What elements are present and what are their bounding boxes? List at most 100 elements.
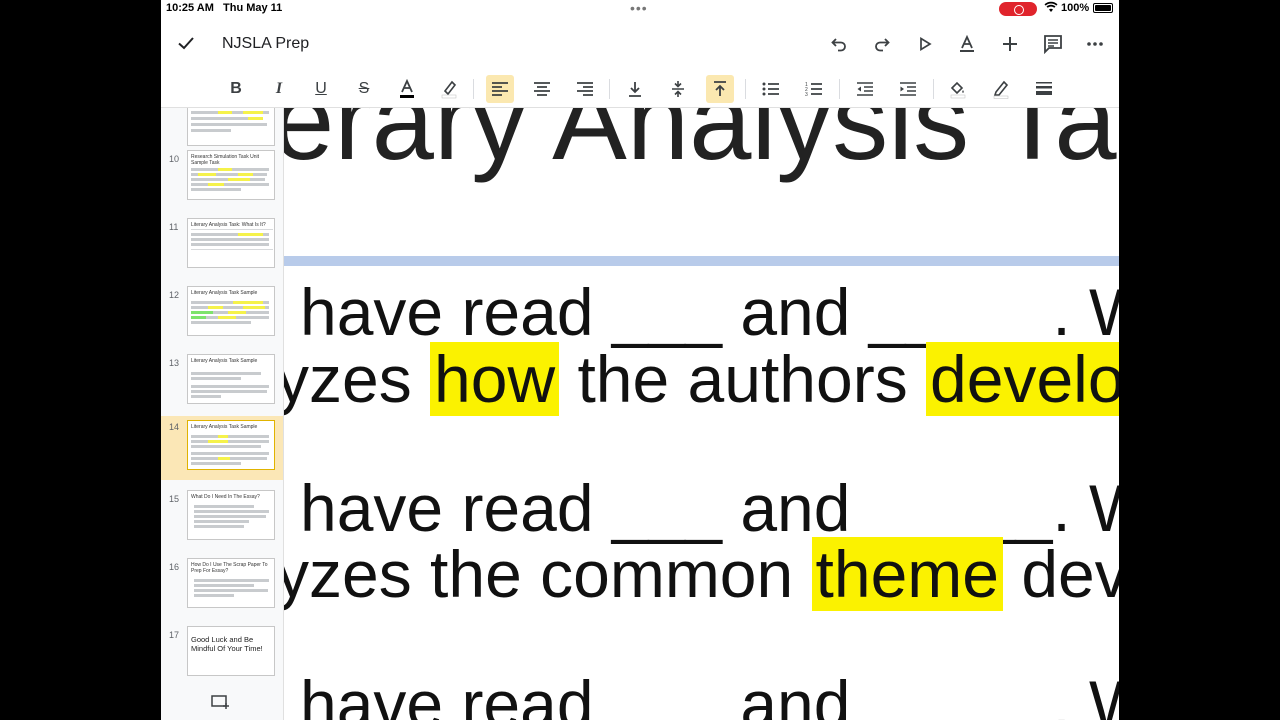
underline-label: U (315, 80, 327, 97)
slide-thumbnail-17[interactable]: 17 Good Luck and Be Mindful Of Your Time… (161, 624, 283, 688)
pencil-icon (993, 80, 1009, 99)
slide-number: 13 (169, 358, 180, 368)
italic-button[interactable]: I (265, 75, 293, 103)
text-run: yzes the common (284, 537, 812, 611)
slide-preview (187, 108, 275, 146)
app-bar: NJSLA Prep (161, 22, 1119, 66)
slide-filmstrip[interactable]: 10 Research Simulation Task Unit Sample … (161, 108, 284, 720)
align-right-icon (577, 82, 593, 96)
decrease-indent-icon (857, 82, 873, 96)
multitasking-dots-icon[interactable]: ••• (630, 0, 648, 16)
slide-preview: Good Luck and Be Mindful Of Your Time! (187, 626, 275, 676)
increase-indent-button[interactable] (894, 75, 922, 103)
strikethrough-button[interactable]: S (350, 75, 378, 103)
slide-canvas[interactable]: erary Analysis Task have read ___ and __… (284, 108, 1119, 720)
undo-icon[interactable] (827, 32, 851, 56)
slide-number: 15 (169, 494, 180, 504)
highlighted-word: develo (926, 342, 1119, 416)
status-bar: 10:25 AM Thu May 11 ••• 100% (161, 0, 1119, 18)
slide-thumbnail-13[interactable]: 13 Literary Analysis Task Sample (161, 352, 283, 416)
valign-bottom-button[interactable] (621, 75, 649, 103)
highlight-color-button[interactable] (435, 75, 463, 103)
underline-button[interactable]: U (307, 75, 335, 103)
slide-preview: What Do I Need In The Essay? (187, 490, 275, 540)
slide-thumbnail-11[interactable]: 11 Literary Analysis Task: What Is It? (161, 216, 283, 280)
valign-bottom-icon (629, 82, 641, 97)
slide-title: Literary Analysis Task Sample (191, 424, 258, 430)
wifi-icon (1044, 1, 1058, 16)
slide-thumbnail-16[interactable]: 16 How Do I Use The Scrap Paper To Prep … (161, 556, 283, 620)
slide-number: 16 (169, 562, 180, 572)
align-center-button[interactable] (528, 75, 556, 103)
slide-number: 14 (169, 422, 180, 432)
slide-title: How Do I Use The Scrap Paper To Prep For… (191, 562, 268, 574)
highlighted-word: theme (811, 537, 1003, 611)
slide-thumbnail-14[interactable]: 14 Literary Analysis Task Sample (161, 416, 283, 480)
align-right-button[interactable] (571, 75, 599, 103)
slide-number: 11 (169, 222, 179, 232)
slide-thumbnail-12[interactable]: 12 Literary Analysis Task Sample (161, 284, 283, 348)
bold-button[interactable]: B (222, 75, 250, 103)
paragraph-1-line-2[interactable]: yzes how the authors develo (284, 341, 1119, 417)
redo-icon[interactable] (870, 32, 894, 56)
present-icon[interactable] (913, 32, 937, 56)
status-date: Thu May 11 (223, 2, 283, 14)
highlighter-icon (441, 80, 457, 99)
slide-title: Literary Analysis Task Sample (191, 358, 258, 364)
text-color-icon (400, 79, 414, 98)
decrease-indent-button[interactable] (851, 75, 879, 103)
slide-title: Literary Analysis Task Sample (191, 290, 258, 296)
text-color-button[interactable] (393, 75, 421, 103)
svg-text:3: 3 (805, 92, 808, 97)
screen-recording-icon[interactable] (999, 2, 1037, 16)
valign-top-button[interactable] (706, 75, 734, 103)
slide-preview: How Do I Use The Scrap Paper To Prep For… (187, 558, 275, 608)
slide-title: Literary Analysis Task: What Is It? (191, 222, 266, 228)
bulleted-list-icon (762, 82, 779, 96)
paragraph-2-line-2[interactable]: yzes the common theme dev (284, 536, 1119, 612)
align-left-icon (492, 82, 508, 96)
align-left-button[interactable] (486, 75, 514, 103)
strikethrough-label: S (358, 80, 370, 97)
add-slide-icon[interactable] (211, 694, 231, 710)
slide-number: 10 (169, 154, 180, 164)
highlighted-word: how (430, 342, 560, 416)
battery-percentage: 100% (1061, 2, 1090, 14)
valign-middle-button[interactable] (664, 75, 692, 103)
text-run: yzes (284, 342, 431, 416)
slide-preview: Research Simulation Task Unit Sample Tas… (187, 150, 275, 200)
add-icon[interactable] (998, 32, 1022, 56)
more-options-icon[interactable] (1083, 32, 1107, 56)
valign-top-icon (714, 81, 726, 96)
text-format-icon[interactable] (955, 32, 979, 56)
slide-thumbnail-15[interactable]: 15 What Do I Need In The Essay? (161, 488, 283, 552)
status-time: 10:25 AM (166, 2, 214, 14)
valign-middle-icon (672, 81, 684, 97)
paragraph-1-line-1[interactable]: have read ___ and _____. W (300, 274, 1119, 350)
slide-preview: Literary Analysis Task Sample (187, 354, 275, 404)
document-title[interactable]: NJSLA Prep (222, 35, 309, 53)
bold-label: B (230, 80, 242, 97)
slide-title: Good Luck and Be Mindful Of Your Time! (191, 635, 263, 653)
paragraph-2-line-1[interactable]: have read ___ and _____. W (300, 470, 1119, 546)
format-toolbar: B I U S 1 2 3 (161, 70, 1119, 108)
paragraph-3-line-1[interactable]: have read ___ and _____. W (300, 666, 1119, 720)
comment-icon[interactable] (1041, 32, 1065, 56)
slide-preview: Literary Analysis Task Sample (187, 286, 275, 336)
border-weight-icon (1036, 82, 1052, 95)
border-color-button[interactable] (987, 75, 1015, 103)
slide-title: What Do I Need In The Essay? (191, 494, 260, 500)
increase-indent-icon (900, 82, 916, 96)
numbered-list-button[interactable]: 123 (800, 75, 828, 103)
fill-color-button[interactable] (944, 75, 972, 103)
check-icon[interactable] (175, 32, 197, 54)
numbered-list-icon: 123 (805, 82, 822, 97)
slide-preview: Literary Analysis Task: What Is It? (187, 218, 275, 268)
slide-heading[interactable]: erary Analysis Task (284, 108, 1119, 185)
slide-thumbnail-10[interactable]: 10 Research Simulation Task Unit Sample … (161, 148, 283, 212)
bulleted-list-button[interactable] (757, 75, 785, 103)
text-run: dev (1002, 537, 1119, 611)
text-run: the authors (559, 342, 927, 416)
border-weight-button[interactable] (1030, 75, 1058, 103)
battery-icon (1093, 3, 1113, 13)
